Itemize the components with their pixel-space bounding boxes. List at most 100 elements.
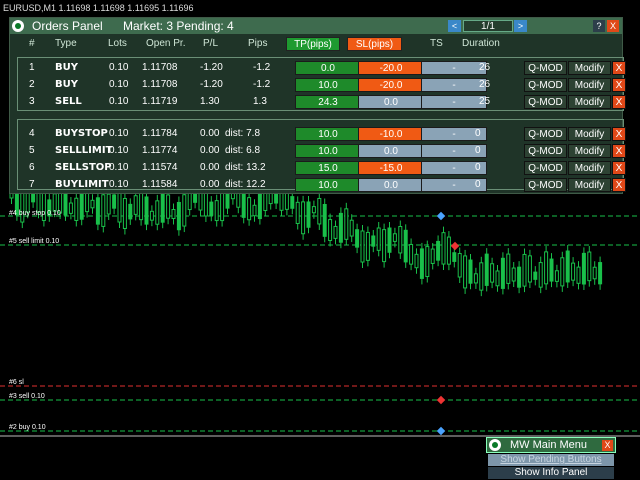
order-open-price: 1.11719 (142, 96, 178, 107)
qmod-button[interactable]: Q-MOD (524, 178, 567, 192)
candle (473, 273, 478, 284)
help-button[interactable]: ? (593, 20, 605, 32)
ts-value-field[interactable]: - (421, 61, 487, 75)
candle (587, 251, 592, 282)
candle (479, 262, 484, 291)
tp-value-field[interactable]: 10.0 (295, 127, 361, 141)
qmod-button[interactable]: Q-MOD (524, 61, 567, 75)
candle (171, 209, 176, 220)
candle (576, 266, 581, 284)
sl-value-field[interactable]: -10.0 (358, 127, 424, 141)
qmod-button[interactable]: Q-MOD (524, 127, 567, 141)
candle (436, 240, 441, 261)
order-pips: -1.2 (253, 79, 271, 90)
sl-value-field[interactable]: 0.0 (358, 144, 424, 158)
next-page-button[interactable]: > (514, 20, 527, 32)
candle (290, 196, 295, 209)
order-number: 6 (29, 162, 35, 173)
order-row: 3 SELL 0.10 1.11719 1.30 1.3 24.3 0.0-25 Q-MOD Mo… (17, 94, 626, 111)
close-order-button[interactable]: X (612, 127, 626, 141)
close-order-button[interactable]: X (612, 161, 626, 175)
mw-close-button[interactable]: X (602, 440, 613, 451)
show-pending-buttons[interactable]: Show Pending Buttons (488, 454, 614, 466)
tp-value-field[interactable]: 10.0 (295, 78, 361, 92)
candle (463, 255, 468, 289)
modify-button[interactable]: Modify (568, 178, 611, 192)
candle (560, 257, 565, 287)
candle (122, 197, 127, 229)
sl-value-field[interactable]: 0.0 (358, 95, 424, 109)
panel-close-button[interactable]: X (607, 20, 619, 32)
candle (52, 193, 57, 212)
order-duration: 26 (479, 62, 491, 73)
level-label-buy: #2 buy 0.10 (9, 424, 46, 431)
prev-page-button[interactable]: < (448, 20, 461, 32)
orders-panel-titlebar[interactable]: Orders Panel Market: 3 Pending: 4 < 1/1 … (10, 18, 622, 34)
candle (322, 204, 327, 237)
tp-value-field[interactable]: 24.3 (295, 95, 361, 109)
candle (144, 196, 149, 225)
order-type: SELL (55, 96, 82, 107)
modify-button[interactable]: Modify (568, 161, 611, 175)
tp-value-field[interactable]: 10.0 (295, 144, 361, 158)
sl-value-field[interactable]: -20.0 (358, 78, 424, 92)
candle (409, 243, 414, 265)
qmod-button[interactable]: Q-MOD (524, 144, 567, 158)
modify-button[interactable]: Modify (568, 78, 611, 92)
order-duration: 25 (479, 96, 491, 107)
order-pips: dist: 7.8 (225, 128, 261, 139)
order-pips: -1.2 (253, 62, 271, 73)
mw-menu-titlebar[interactable]: MW Main Menu X (486, 437, 616, 453)
tp-value-field[interactable]: 10.0 (295, 178, 361, 192)
candle (311, 206, 316, 214)
show-info-panel-button[interactable]: Show Info Panel (488, 467, 614, 479)
level-label-sl: #6 sl (9, 379, 24, 386)
close-order-button[interactable]: X (612, 61, 626, 75)
candle (490, 263, 495, 283)
tp-value-field[interactable]: 15.0 (295, 161, 361, 175)
candle (252, 204, 257, 217)
col-header-open: Open Pr. (146, 38, 186, 49)
sl-value-field[interactable]: -20.0 (358, 61, 424, 75)
order-marker (450, 241, 460, 251)
order-pips: dist: 6.8 (225, 145, 261, 156)
page-indicator: 1/1 (463, 20, 513, 32)
close-order-button[interactable]: X (612, 178, 626, 192)
modify-button[interactable]: Modify (568, 95, 611, 109)
tp-value-field[interactable]: 0.0 (295, 61, 361, 75)
col-header-ts: TS (430, 38, 443, 49)
candle (468, 259, 473, 284)
modify-button[interactable]: Modify (568, 127, 611, 141)
col-header-duration: Duration (462, 38, 500, 49)
qmod-button[interactable]: Q-MOD (524, 78, 567, 92)
sl-value-field[interactable]: 0.0 (358, 178, 424, 192)
candle (392, 233, 397, 242)
candle (382, 229, 387, 263)
candle (511, 267, 516, 282)
ts-value-field[interactable]: - (421, 95, 487, 109)
close-order-button[interactable]: X (612, 78, 626, 92)
symbol-info: EURUSD,M1 1.11698 1.11698 1.11695 1.1169… (3, 3, 194, 13)
order-open-price: 1.11774 (142, 145, 178, 156)
sl-pips-header-button[interactable]: SL(pips) (347, 37, 402, 51)
order-pl: -1.20 (200, 62, 223, 73)
candle (333, 225, 338, 239)
close-order-button[interactable]: X (612, 95, 626, 109)
ts-value-field[interactable]: - (421, 78, 487, 92)
level-label-sell-limit: #5 sell limit 0.10 (9, 238, 60, 245)
candle (506, 253, 511, 284)
modify-button[interactable]: Modify (568, 61, 611, 75)
qmod-button[interactable]: Q-MOD (524, 95, 567, 109)
candle (360, 230, 365, 263)
candle (182, 194, 187, 227)
candle (328, 219, 333, 242)
qmod-button[interactable]: Q-MOD (524, 161, 567, 175)
col-header-num: # (29, 38, 35, 49)
market-summary: Market: 3 Pending: 4 (123, 19, 234, 33)
modify-button[interactable]: Modify (568, 144, 611, 158)
sl-value-field[interactable]: -15.0 (358, 161, 424, 175)
candle (538, 262, 543, 288)
candle (371, 235, 376, 247)
close-order-button[interactable]: X (612, 144, 626, 158)
tp-pips-header-button[interactable]: TP(pips) (286, 37, 340, 51)
